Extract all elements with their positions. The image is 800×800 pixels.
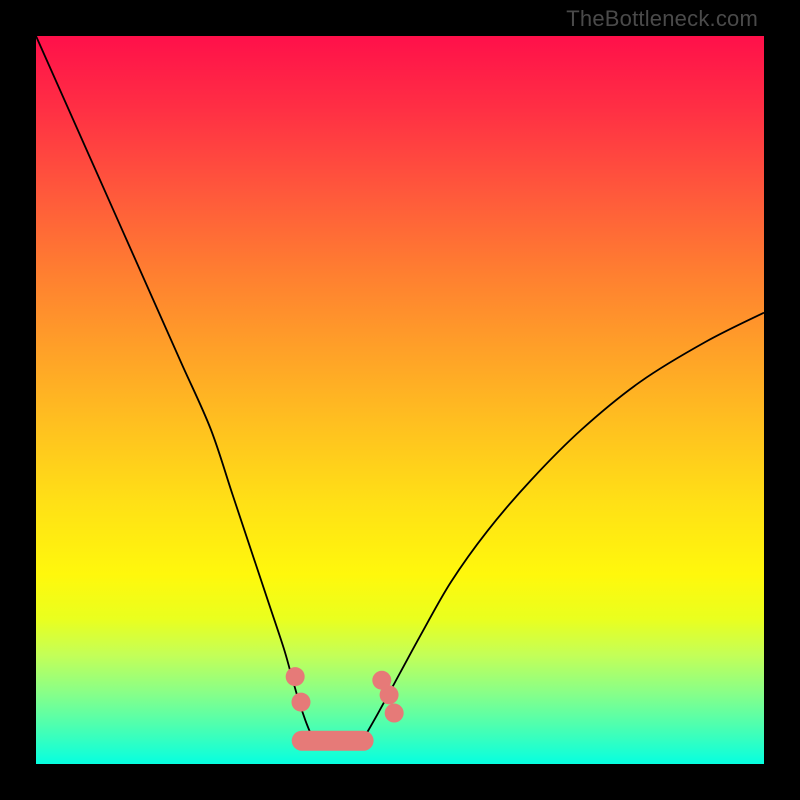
right-curve bbox=[364, 313, 764, 739]
left-curve bbox=[36, 36, 313, 739]
chart-plot-area bbox=[36, 36, 764, 764]
marker-dot bbox=[385, 704, 404, 723]
marker-dot bbox=[291, 693, 310, 712]
marker-dot bbox=[286, 667, 305, 686]
marker-dot bbox=[380, 685, 399, 704]
chart-svg bbox=[36, 36, 764, 764]
watermark-text: TheBottleneck.com bbox=[566, 6, 758, 32]
